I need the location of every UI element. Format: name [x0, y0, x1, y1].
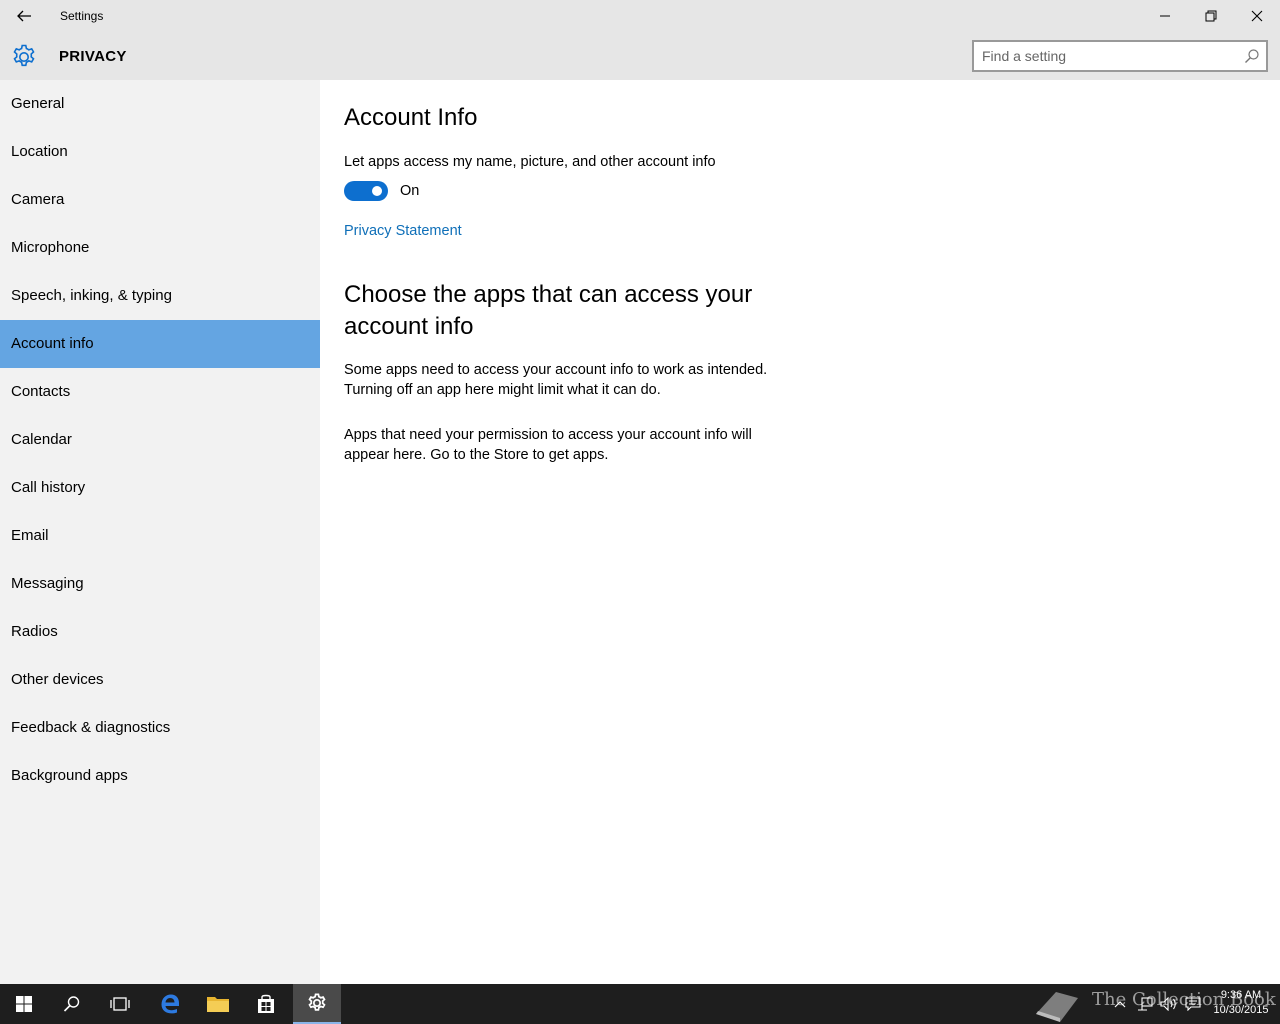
sidebar-item-general[interactable]: General	[0, 80, 320, 128]
close-button[interactable]	[1234, 0, 1280, 32]
privacy-statement-link[interactable]: Privacy Statement	[344, 223, 462, 239]
restore-icon	[1205, 10, 1217, 22]
search-box[interactable]	[972, 40, 1268, 72]
minimize-icon	[1160, 15, 1170, 17]
sidebar: General Location Camera Microphone Speec…	[0, 80, 320, 984]
sidebar-item-calendar[interactable]: Calendar	[0, 416, 320, 464]
minimize-button[interactable]	[1142, 0, 1188, 32]
window-title: Settings	[60, 9, 104, 23]
speaker-icon	[1160, 997, 1176, 1011]
toggle-label: Let apps access my name, picture, and ot…	[344, 154, 716, 170]
settings-taskbar-button[interactable]	[293, 984, 341, 1024]
back-arrow-icon	[17, 10, 31, 22]
title-bar: Settings	[0, 0, 1280, 32]
sidebar-item-background-apps[interactable]: Background apps	[0, 752, 320, 800]
task-view-button[interactable]	[96, 984, 144, 1024]
account-info-toggle[interactable]	[344, 181, 388, 201]
search-icon[interactable]	[1244, 48, 1260, 64]
network-button[interactable]	[1134, 984, 1156, 1024]
notification-icon	[1185, 997, 1201, 1011]
volume-button[interactable]	[1158, 984, 1180, 1024]
section-title: PRIVACY	[59, 48, 127, 65]
sidebar-item-camera[interactable]: Camera	[0, 176, 320, 224]
section-heading: Choose the apps that can access your acc…	[344, 281, 753, 340]
store-icon	[258, 994, 274, 1013]
restore-button[interactable]	[1188, 0, 1234, 32]
windows-logo-icon	[16, 996, 32, 1012]
action-center-button[interactable]	[1182, 984, 1204, 1024]
description-paragraph: Some apps need to access your account in…	[344, 362, 768, 398]
empty-state-paragraph: Apps that need your permission to access…	[344, 427, 752, 463]
gear-icon	[308, 993, 326, 1011]
page-title: Account Info	[344, 104, 478, 131]
sidebar-item-email[interactable]: Email	[0, 512, 320, 560]
clock[interactable]: 9:36 AM 10/30/2015	[1206, 988, 1276, 1018]
toggle-knob	[372, 186, 382, 196]
back-button[interactable]	[8, 0, 40, 32]
sidebar-item-call-history[interactable]: Call history	[0, 464, 320, 512]
sidebar-item-contacts[interactable]: Contacts	[0, 368, 320, 416]
taskbar: The Collection Book 9:36 AM 10/30/2015	[0, 984, 1280, 1024]
edge-icon	[161, 994, 179, 1014]
sidebar-item-radios[interactable]: Radios	[0, 608, 320, 656]
book-watermark-icon	[1036, 992, 1078, 1022]
chevron-up-icon	[1114, 1001, 1126, 1008]
start-button[interactable]	[0, 984, 48, 1024]
sidebar-item-microphone[interactable]: Microphone	[0, 224, 320, 272]
sidebar-item-location[interactable]: Location	[0, 128, 320, 176]
sidebar-item-other-devices[interactable]: Other devices	[0, 656, 320, 704]
toggle-state-text: On	[400, 183, 420, 199]
clock-date: 10/30/2015	[1213, 1004, 1269, 1016]
clock-time: 9:36 AM	[1220, 989, 1262, 1001]
show-hidden-icons-button[interactable]	[1110, 984, 1130, 1024]
settings-header: PRIVACY	[0, 32, 1280, 80]
sidebar-item-speech[interactable]: Speech, inking, & typing	[0, 272, 320, 320]
gear-icon	[13, 44, 35, 67]
edge-browser-button[interactable]	[146, 984, 194, 1024]
network-icon	[1138, 997, 1153, 1011]
task-view-icon	[110, 997, 130, 1011]
search-input[interactable]	[982, 47, 1232, 65]
taskbar-search-button[interactable]	[48, 984, 96, 1024]
sidebar-item-feedback[interactable]: Feedback & diagnostics	[0, 704, 320, 752]
file-explorer-button[interactable]	[194, 984, 242, 1024]
search-icon	[63, 996, 80, 1012]
sidebar-item-account-info[interactable]: Account info	[0, 320, 320, 368]
folder-icon	[207, 997, 229, 1012]
sidebar-item-messaging[interactable]: Messaging	[0, 560, 320, 608]
close-icon	[1251, 10, 1263, 22]
store-button[interactable]	[242, 984, 290, 1024]
